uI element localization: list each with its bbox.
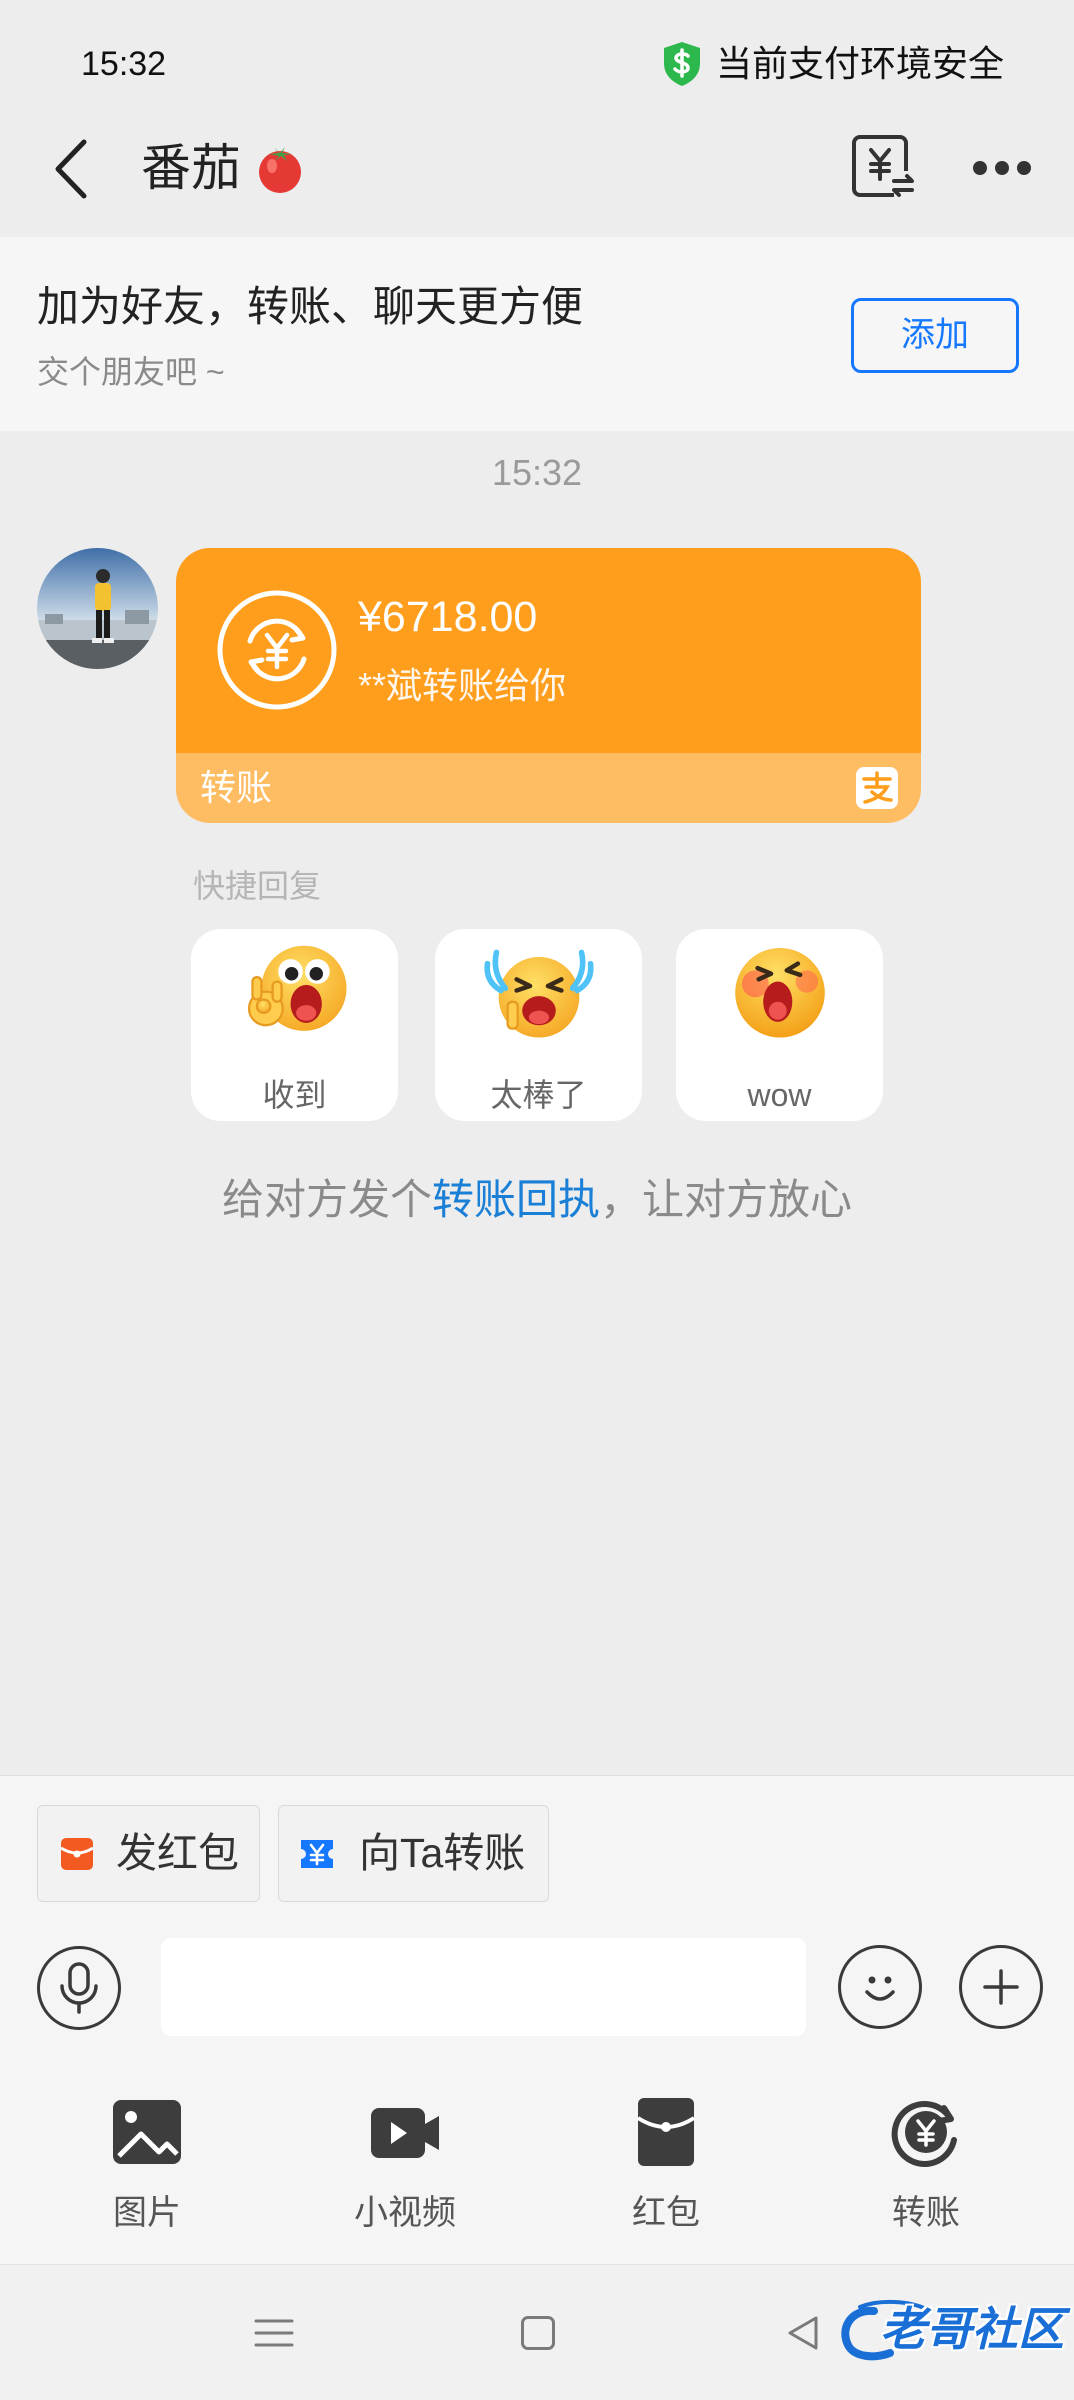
- quick-reply-text: 收到: [262, 1077, 327, 1113]
- video-icon: [371, 2108, 439, 2158]
- transfer-to-ta-chip[interactable]: 向Ta转账: [278, 1805, 549, 1902]
- plus-icon: [983, 1969, 1019, 2005]
- more-options-button[interactable]: [970, 154, 1034, 182]
- more-actions-button[interactable]: [959, 1945, 1043, 2029]
- quick-reply-label: 快捷回复: [193, 868, 322, 904]
- payment-security-indicator: 当前支付环境安全: [662, 40, 1004, 88]
- back-button[interactable]: [50, 138, 94, 200]
- transfer-card-body: ¥6718.00 **斌转账给你: [176, 548, 921, 753]
- toolbar-transfer[interactable]: 转账: [826, 2094, 1026, 2254]
- microphone-icon: [60, 1962, 98, 2014]
- add-friend-banner: 加为好友，转账、聊天更方便 交个朋友吧 ~ 添加: [0, 237, 1074, 431]
- yuan-transfer-icon: [852, 135, 914, 197]
- banner-subtitle: 交个朋友吧 ~: [37, 354, 225, 390]
- quick-reply-text: wow: [747, 1077, 812, 1113]
- system-nav-bar: 老哥社区: [0, 2264, 1074, 2400]
- toolbar-label: 小视频: [354, 2194, 456, 2232]
- quick-reply-wow[interactable]: wow: [676, 929, 883, 1121]
- transfer-note: **斌转账给你: [358, 665, 567, 706]
- more-dots-icon: [973, 161, 1031, 175]
- back-arrow-icon: [55, 139, 87, 199]
- voice-button[interactable]: [37, 1946, 121, 2030]
- security-text: 当前支付环境安全: [716, 43, 1005, 84]
- composer-panel: 发红包 向Ta转账 图片 小视频 红包 转账: [0, 1775, 1074, 2264]
- toolbar-image[interactable]: 图片: [47, 2094, 247, 2254]
- shield-dollar-icon: [664, 42, 700, 86]
- menu-icon[interactable]: [254, 2318, 294, 2348]
- crying-laugh-emoji: [484, 949, 594, 1038]
- yuan-cycle-icon: [217, 590, 337, 710]
- add-friend-button[interactable]: 添加: [851, 298, 1019, 373]
- message-timestamp: 15:32: [491, 452, 583, 493]
- toolbar-label: 红包: [632, 2194, 700, 2232]
- receipt-hint: 给对方发个转账回执，让对方放心: [0, 1174, 1074, 1226]
- home-square-icon[interactable]: [521, 2316, 555, 2350]
- alipay-icon: [856, 767, 898, 809]
- toolbar-red-envelope[interactable]: 红包: [566, 2094, 766, 2254]
- contact-name: 番茄: [141, 140, 241, 196]
- status-time: 15:32: [81, 45, 167, 83]
- watermark-logo: 老哥社区: [830, 2295, 1064, 2371]
- toolbar-video[interactable]: 小视频: [305, 2094, 505, 2254]
- transfer-record-button[interactable]: [850, 133, 916, 199]
- quick-reply-received[interactable]: 收到: [191, 929, 398, 1121]
- avatar[interactable]: [37, 548, 158, 669]
- tomato-icon: [259, 147, 301, 193]
- transfer-card-footer: 转账: [176, 753, 921, 823]
- receipt-hint-prefix: 给对方发个: [221, 1176, 432, 1223]
- quick-reply-text: 太棒了: [490, 1077, 587, 1113]
- toolbar-label: 转账: [892, 2194, 960, 2232]
- transfer-ticket-icon: [301, 1839, 333, 1868]
- back-triangle-icon[interactable]: [786, 2315, 820, 2351]
- toolbar-label: 图片: [113, 2194, 181, 2232]
- transfer-icon: [891, 2101, 957, 2167]
- transfer-amount: ¥6718.00: [358, 593, 538, 641]
- quick-reply-great[interactable]: 太棒了: [435, 929, 642, 1121]
- chat-title: 番茄: [141, 138, 307, 198]
- red-envelope-icon: [60, 1837, 94, 1870]
- message-input[interactable]: [161, 1938, 806, 2036]
- red-envelope-icon: [636, 2098, 696, 2166]
- chip-label: 发红包: [116, 1830, 239, 1876]
- transfer-message-card[interactable]: ¥6718.00 **斌转账给你 转账: [176, 548, 921, 823]
- send-red-envelope-chip[interactable]: 发红包: [37, 1805, 260, 1902]
- ok-hand-emoji: [247, 945, 347, 1031]
- emoji-button[interactable]: [838, 1945, 922, 2029]
- receipt-hint-suffix: ，让对方放心: [600, 1176, 853, 1223]
- smiley-icon: [865, 1976, 895, 2001]
- wow-emoji: [735, 947, 825, 1038]
- image-icon: [113, 2100, 181, 2164]
- transfer-receipt-link[interactable]: 转账回执: [432, 1176, 600, 1223]
- avatar-photo: [37, 548, 158, 669]
- transfer-footer-label: 转账: [200, 767, 273, 808]
- chip-label: 向Ta转账: [359, 1830, 526, 1876]
- banner-title: 加为好友，转账、聊天更方便: [37, 283, 584, 330]
- watermark-text: 老哥社区: [880, 2303, 1064, 2355]
